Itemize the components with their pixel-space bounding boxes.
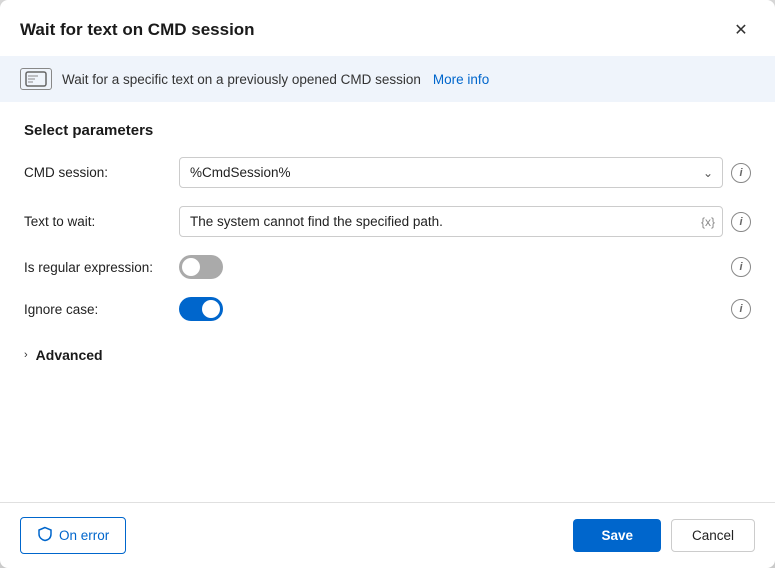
footer-actions: Save Cancel [573, 519, 755, 552]
toggle-track-off [179, 255, 223, 279]
main-content: Select parameters CMD session: %CmdSessi… [0, 102, 775, 502]
info-banner: Wait for a specific text on a previously… [0, 56, 775, 102]
footer: On error Save Cancel [0, 502, 775, 568]
title-bar: Wait for text on CMD session ✕ [0, 0, 775, 56]
save-button[interactable]: Save [573, 519, 661, 552]
is-regular-expression-label: Is regular expression: [24, 260, 179, 275]
ignore-case-info-icon[interactable]: i [731, 299, 751, 319]
cmd-session-info-icon[interactable]: i [731, 163, 751, 183]
text-to-wait-control: {x} i [179, 206, 751, 237]
more-info-link[interactable]: More info [433, 72, 489, 87]
cancel-button[interactable]: Cancel [671, 519, 755, 552]
is-regular-expression-toggle[interactable] [179, 255, 223, 279]
text-to-wait-label: Text to wait: [24, 214, 179, 229]
ignore-case-control: i [179, 297, 751, 321]
toggle-thumb-on [202, 300, 220, 318]
banner-icon [20, 68, 52, 90]
text-to-wait-info-icon[interactable]: i [731, 212, 751, 232]
banner-text: Wait for a specific text on a previously… [62, 72, 421, 87]
text-to-wait-input[interactable] [179, 206, 723, 237]
cmd-session-control: %CmdSession% ⌄ i [179, 157, 751, 188]
cmd-session-row: CMD session: %CmdSession% ⌄ i [24, 157, 751, 188]
dialog-title: Wait for text on CMD session [20, 20, 255, 40]
text-to-wait-input-wrapper: {x} [179, 206, 723, 237]
on-error-button[interactable]: On error [20, 517, 126, 554]
advanced-label: Advanced [36, 347, 103, 363]
cmd-session-select-wrapper: %CmdSession% ⌄ [179, 157, 723, 188]
is-regular-expression-info-icon[interactable]: i [731, 257, 751, 277]
advanced-chevron-icon: › [24, 349, 28, 361]
section-title: Select parameters [24, 122, 751, 139]
is-regular-expression-control: i [179, 255, 751, 279]
text-to-wait-row: Text to wait: {x} i [24, 206, 751, 237]
cmd-session-select[interactable]: %CmdSession% [179, 157, 723, 188]
on-error-label: On error [59, 528, 109, 543]
ignore-case-label: Ignore case: [24, 302, 179, 317]
shield-icon [37, 526, 53, 545]
ignore-case-toggle[interactable] [179, 297, 223, 321]
toggle-thumb [182, 258, 200, 276]
close-button[interactable]: ✕ [727, 16, 755, 44]
cmd-session-label: CMD session: [24, 165, 179, 180]
variable-button[interactable]: {x} [701, 215, 715, 229]
advanced-row[interactable]: › Advanced [24, 339, 751, 371]
ignore-case-row: Ignore case: i [24, 297, 751, 321]
toggle-track-on [179, 297, 223, 321]
dialog: Wait for text on CMD session ✕ Wait for … [0, 0, 775, 568]
is-regular-expression-row: Is regular expression: i [24, 255, 751, 279]
